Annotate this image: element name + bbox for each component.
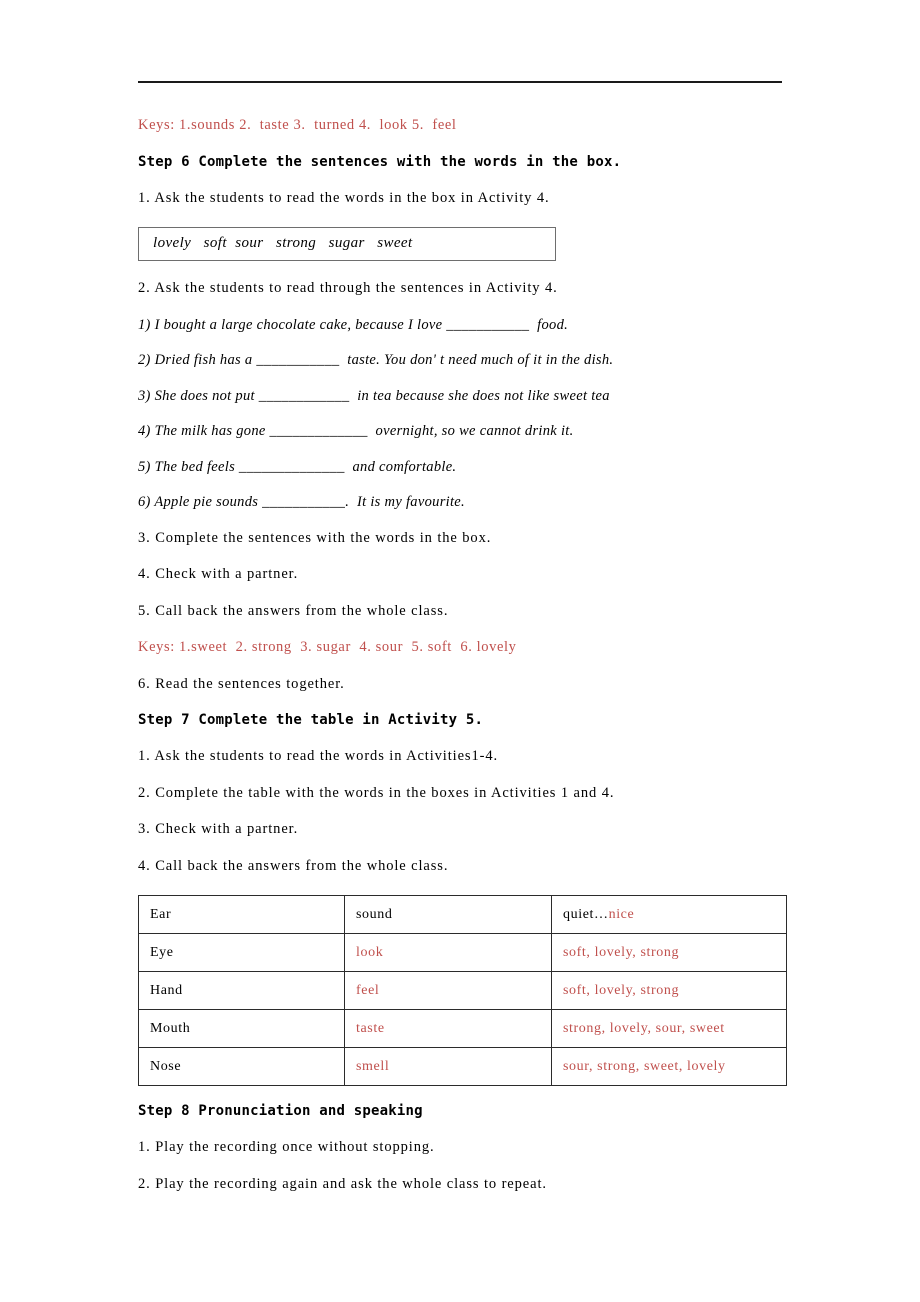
step-8-heading: Step 8 Pronunciation and speaking (138, 1103, 423, 1119)
table-row: Hand feel soft, lovely, strong (138, 971, 787, 1010)
step-6-heading: Step 6 Complete the sentences with the w… (138, 153, 622, 170)
step-7-item-2: 2. Complete the table with the words in … (138, 784, 615, 801)
table-cell-verb: feel (344, 971, 552, 1010)
exercise-sentence-5: 5) The bed feels ______________ and comf… (138, 458, 457, 475)
table-cell-verb: look (344, 933, 552, 972)
table-cell-adjectives-given: quiet… (563, 906, 609, 922)
table-cell-organ: Hand (138, 971, 345, 1010)
table-cell-adjectives: soft, lovely, strong (551, 933, 787, 972)
document-page: Keys: 1.sounds 2. taste 3. turned 4. loo… (0, 0, 920, 1302)
table-row: Nose smell sour, strong, sweet, lovely (138, 1047, 787, 1086)
table-cell-verb: sound (344, 895, 552, 934)
step-6-item-4: 4. Check with a partner. (138, 566, 299, 582)
step-7-item-4: 4. Call back the answers from the whole … (138, 857, 449, 874)
table-cell-adjectives-answer: nice (608, 906, 635, 922)
step-7-item-3: 3. Check with a partner. (138, 821, 299, 837)
table-cell-verb: taste (344, 1009, 552, 1048)
table-cell-adjectives: sour, strong, sweet, lovely (551, 1047, 787, 1086)
step-8-item-2: 2. Play the recording again and ask the … (138, 1175, 547, 1192)
senses-table: Ear sound quiet…nice Eye look soft, lovely, s… (138, 895, 787, 1086)
table-row: Mouth taste strong, lovely, sour, sweet (138, 1009, 787, 1048)
word-bank-box: lovely soft sour strong sugar sweet (138, 227, 556, 261)
table-cell-organ: Eye (138, 933, 345, 972)
table-cell-verb: smell (344, 1047, 552, 1086)
step-7-heading: Step 7 Complete the table in Activity 5. (138, 712, 484, 728)
header-rule (138, 81, 782, 83)
answer-key-line-1: Keys: 1.sounds 2. taste 3. turned 4. loo… (138, 117, 457, 133)
exercise-sentence-1: 1) I bought a large chocolate cake, beca… (138, 316, 569, 333)
exercise-sentence-6: 6) Apple pie sounds ___________. It is m… (138, 494, 465, 510)
step-7-item-1: 1. Ask the students to read the words in… (138, 748, 499, 764)
document-body: Keys: 1.sounds 2. taste 3. turned 4. loo… (138, 118, 788, 1213)
table-cell-organ: Ear (138, 895, 345, 934)
table-cell-adjectives: quiet…nice (551, 895, 787, 934)
step-8-item-1: 1. Play the recording once without stopp… (138, 1139, 435, 1155)
senses-table-body: Ear sound quiet…nice Eye look soft, lovely, s… (138, 895, 787, 1086)
step-6-item-2: 2. Ask the students to read through the … (138, 280, 558, 296)
table-cell-organ: Mouth (138, 1009, 345, 1048)
table-cell-adjectives: soft, lovely, strong (551, 971, 787, 1010)
answer-key-line-2: Keys: 1.sweet 2. strong 3. sugar 4. sour… (138, 639, 517, 655)
step-6-item-5: 5. Call back the answers from the whole … (138, 602, 449, 619)
exercise-sentence-3: 3) She does not put ____________ in tea … (138, 387, 610, 404)
step-6-item-1: 1. Ask the students to read the words in… (138, 189, 550, 206)
table-cell-adjectives: strong, lovely, sour, sweet (551, 1009, 787, 1048)
step-6-item-3: 3. Complete the sentences with the words… (138, 529, 492, 546)
exercise-sentence-4: 4) The milk has gone _____________ overn… (138, 423, 574, 439)
table-cell-organ: Nose (138, 1047, 345, 1086)
table-row: Ear sound quiet…nice (138, 895, 787, 934)
step-6-item-6: 6. Read the sentences together. (138, 675, 345, 692)
exercise-sentence-2: 2) Dried fish has a ___________ taste. Y… (138, 352, 614, 368)
table-row: Eye look soft, lovely, strong (138, 933, 787, 972)
